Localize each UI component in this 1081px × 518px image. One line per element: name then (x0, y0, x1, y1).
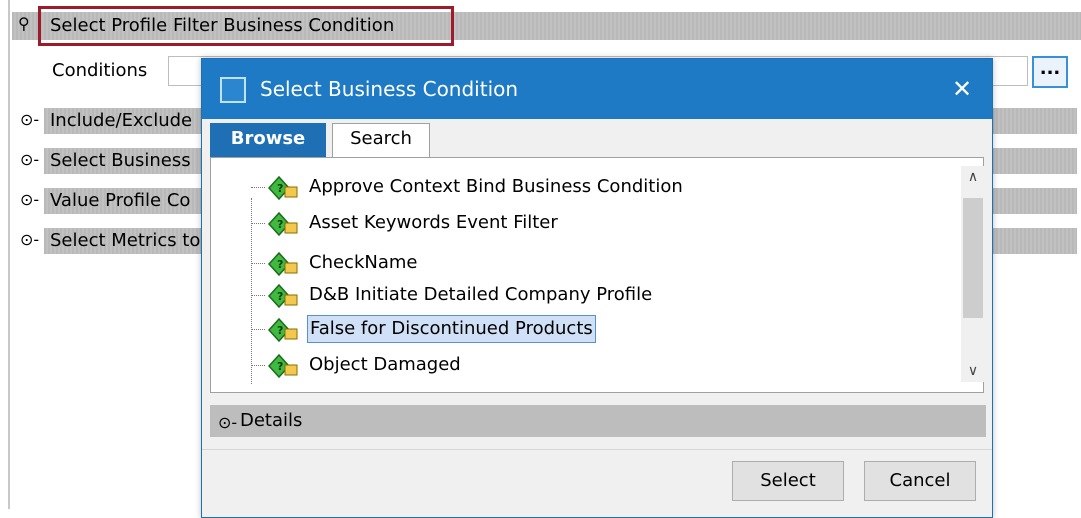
close-icon[interactable]: ✕ (944, 71, 980, 107)
svg-text:?: ? (277, 290, 283, 303)
collapsed-pin-icon[interactable]: ⊙- (20, 232, 39, 248)
svg-text:?: ? (277, 360, 283, 373)
svg-text:?: ? (277, 324, 283, 337)
tree-connector (251, 329, 265, 330)
pin-open-icon[interactable]: ⚲ (18, 16, 30, 32)
dialog-titlebar[interactable]: Select Business Condition ✕ (202, 59, 992, 119)
conditions-label: Conditions (52, 60, 148, 81)
tree-item-label: Object Damaged (309, 354, 461, 375)
window-frame-left (8, 0, 10, 509)
tree-connector (251, 263, 265, 264)
business-condition-icon: ? (267, 251, 298, 277)
dialog-title: Select Business Condition (260, 77, 519, 101)
business-condition-icon: ? (267, 353, 298, 379)
tree-item-label: Approve Context Bind Business Condition (309, 176, 683, 197)
scroll-down-icon[interactable]: ∨ (961, 360, 985, 382)
collapsed-pin-icon[interactable]: ⊙- (20, 192, 39, 208)
tree-connector (251, 295, 265, 296)
business-condition-icon: ? (267, 317, 298, 343)
tree-item-label: Asset Keywords Event Filter (309, 212, 558, 233)
tree-connector (251, 223, 265, 224)
tab-browse[interactable]: Browse (210, 123, 326, 157)
collapsed-pin-icon[interactable]: ⊙- (20, 152, 39, 168)
conditions-browse-button[interactable]: ... (1032, 56, 1068, 88)
select-button[interactable]: Select (732, 461, 844, 501)
section-value-profile[interactable]: Value Profile Co (50, 189, 190, 213)
business-condition-icon: ? (267, 211, 298, 237)
svg-text:?: ? (277, 258, 283, 271)
tree-item-label: False for Discontinued Products (307, 315, 596, 343)
section-select-business[interactable]: Select Business (50, 149, 191, 173)
business-condition-icon: ? (267, 283, 298, 309)
scroll-thumb[interactable] (963, 198, 983, 318)
details-section-bar[interactable]: ⊙- Details (210, 405, 986, 437)
tab-search[interactable]: Search (332, 123, 430, 157)
collapsed-pin-icon[interactable]: ⊙- (218, 413, 237, 432)
tree-connector-line (251, 198, 252, 384)
select-business-condition-dialog: Select Business Condition ✕ Browse Searc… (201, 58, 993, 518)
tree-connector (251, 365, 265, 366)
highlight-annotation-box (38, 6, 454, 46)
tree-connector (251, 187, 265, 188)
business-condition-icon: ? (267, 175, 298, 201)
section-select-metrics[interactable]: Select Metrics to (50, 229, 200, 253)
cancel-button[interactable]: Cancel (864, 461, 976, 501)
section-include-exclude[interactable]: Include/Exclude (50, 109, 192, 133)
footer-divider (202, 449, 992, 450)
tree-item-label: CheckName (309, 252, 418, 273)
svg-text:?: ? (277, 218, 283, 231)
collapsed-pin-icon[interactable]: ⊙- (20, 112, 39, 128)
scroll-up-icon[interactable]: ∧ (961, 166, 985, 188)
window-icon (220, 77, 246, 103)
tree-item-label: D&B Initiate Detailed Company Profile (309, 284, 653, 305)
condition-tree[interactable]: ? Approve Context Bind Business Conditio… (210, 157, 985, 393)
tree-scrollbar[interactable]: ∧ ∨ (961, 166, 985, 382)
details-label: Details (240, 410, 303, 431)
svg-text:?: ? (277, 182, 283, 195)
